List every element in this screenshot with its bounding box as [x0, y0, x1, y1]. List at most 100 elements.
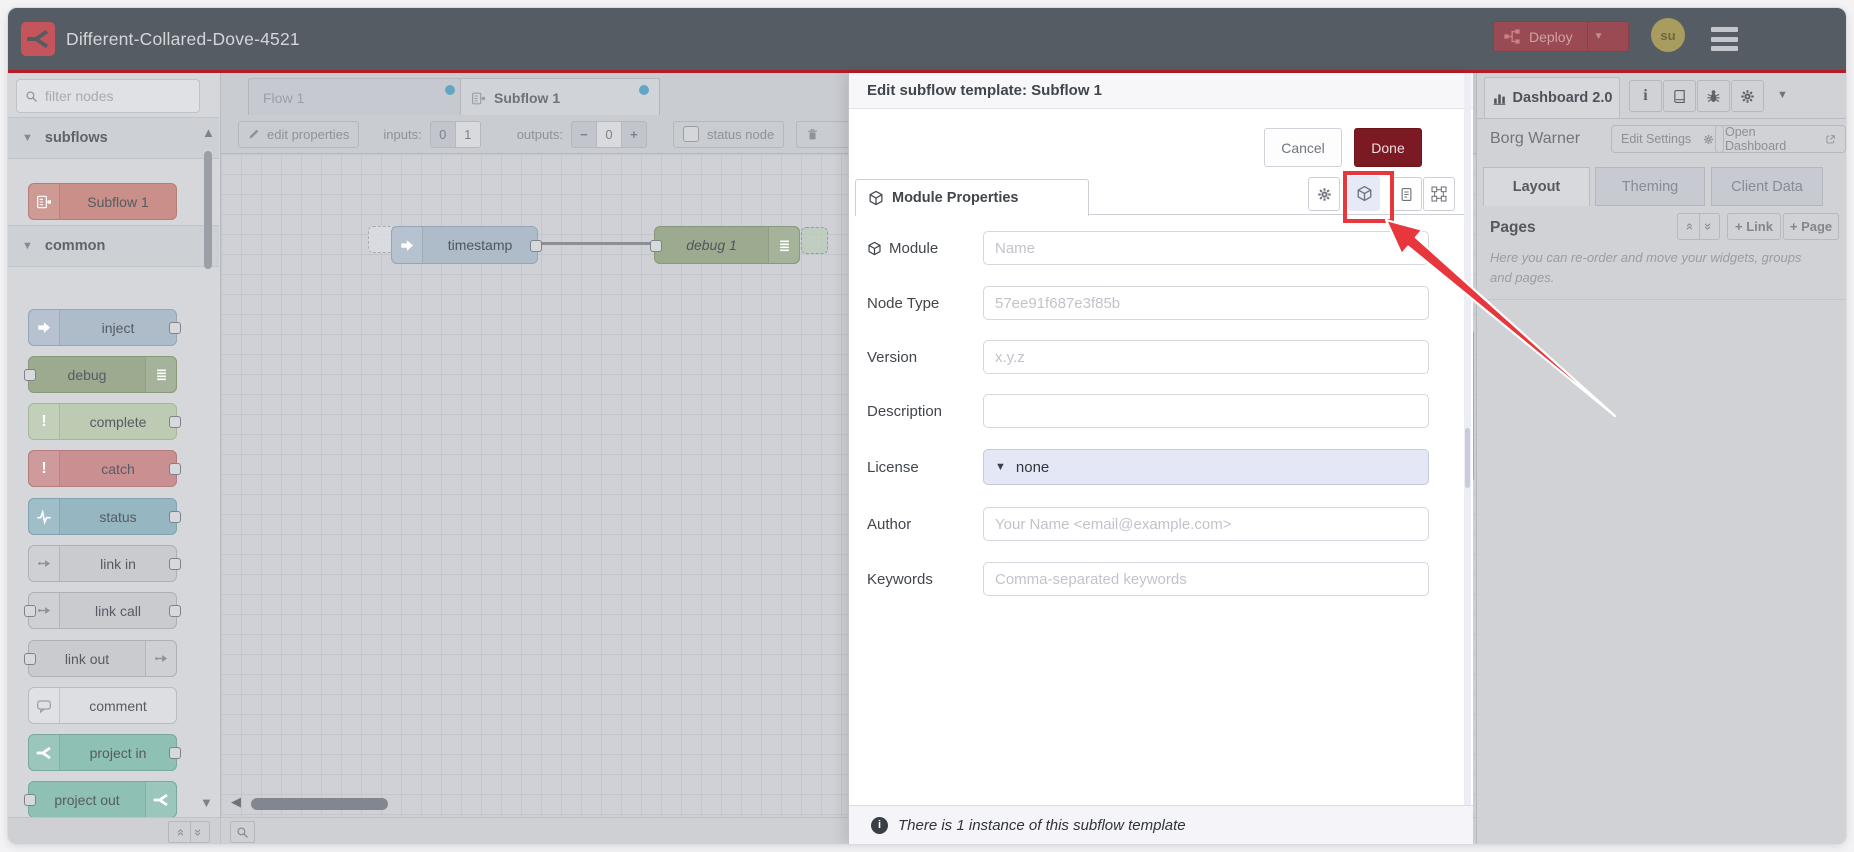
- search-icon: [25, 90, 38, 103]
- trash-icon: [806, 128, 819, 141]
- palette-section-subflows[interactable]: ▼ subflows: [8, 117, 219, 159]
- project-icon: [145, 782, 176, 817]
- author-input[interactable]: [983, 507, 1429, 541]
- palette-node-link-in[interactable]: link in: [28, 545, 181, 582]
- tab-layout[interactable]: Layout: [1483, 167, 1590, 206]
- node-type-input[interactable]: [983, 286, 1429, 320]
- move-up-button[interactable]: »: [1677, 213, 1700, 240]
- sidebar-menu-caret-icon[interactable]: ▼: [1777, 89, 1788, 101]
- palette-node-comment[interactable]: comment: [28, 687, 177, 724]
- outputs-increment-button[interactable]: +: [621, 120, 647, 148]
- wire: [536, 242, 656, 245]
- canvas-node-timestamp[interactable]: timestamp: [391, 226, 542, 264]
- edit-subflow-tray: Edit subflow template: Subflow 1 Cancel …: [848, 73, 1473, 844]
- module-label: Module: [889, 239, 939, 257]
- frame-icon: [1431, 186, 1447, 202]
- tray-title: Edit subflow template: Subflow 1: [849, 73, 1473, 109]
- keywords-input[interactable]: [983, 562, 1429, 596]
- user-avatar[interactable]: su: [1651, 18, 1685, 52]
- deploy-caret-icon[interactable]: ▼: [1588, 31, 1610, 42]
- inject-icon: [392, 227, 423, 263]
- form-row-module: Module: [867, 230, 1429, 266]
- debug-icon: [145, 357, 176, 392]
- outputs-count[interactable]: 0: [596, 120, 622, 148]
- palette-scroll-up-icon[interactable]: ▲: [202, 125, 215, 140]
- project-icon: [29, 735, 60, 770]
- instance-count-text: There is 1 instance of this subflow temp…: [898, 816, 1186, 834]
- edit-properties-button[interactable]: edit properties: [238, 120, 360, 148]
- palette-node-link-out[interactable]: link out: [24, 640, 177, 677]
- bug-icon: [1706, 89, 1721, 104]
- license-select[interactable]: ▼ none: [983, 449, 1429, 485]
- add-link-button[interactable]: + Link: [1727, 213, 1781, 240]
- form-row-node-type: Node Type: [867, 285, 1429, 321]
- tab-subflow-1[interactable]: Subflow 1: [460, 78, 660, 117]
- subflow-icon: [29, 184, 60, 219]
- gear-icon: [1317, 187, 1332, 202]
- status-node-checkbox[interactable]: [682, 126, 699, 142]
- outputs-decrement-button[interactable]: −: [570, 120, 597, 148]
- node-port: [24, 369, 36, 381]
- palette-collapse-down-button[interactable]: »: [188, 821, 210, 843]
- move-down-button[interactable]: »: [1698, 213, 1720, 240]
- palette-node-status[interactable]: status: [28, 498, 181, 535]
- edit-settings-button[interactable]: Edit Settings: [1611, 125, 1725, 153]
- palette-node-project-in[interactable]: project in: [28, 734, 181, 771]
- canvas-node-debug-1[interactable]: debug 1: [650, 226, 800, 264]
- palette-node-inject[interactable]: inject: [28, 309, 181, 346]
- palette-scroll-down-icon[interactable]: ▼: [200, 795, 213, 810]
- config-tab-button[interactable]: [1731, 80, 1764, 112]
- description-input[interactable]: [983, 394, 1429, 428]
- pencil-icon: [248, 128, 260, 140]
- done-button[interactable]: Done: [1354, 128, 1422, 167]
- form-row-description: Description: [867, 393, 1429, 429]
- palette-node-subflow-1[interactable]: Subflow 1: [28, 183, 177, 220]
- tab-client-data[interactable]: Client Data: [1711, 167, 1823, 206]
- appearance-tab-button[interactable]: [1423, 177, 1455, 211]
- inputs-option-0[interactable]: 0: [429, 120, 456, 148]
- add-page-button[interactable]: + Page: [1783, 213, 1839, 240]
- inputs-option-1[interactable]: 1: [455, 120, 481, 148]
- debug-tab-button[interactable]: [1697, 80, 1730, 112]
- highlight-box: [1343, 171, 1394, 223]
- tab-theming[interactable]: Theming: [1595, 167, 1705, 206]
- tab-module-properties[interactable]: Module Properties: [855, 179, 1089, 216]
- version-label: Version: [867, 348, 918, 366]
- palette-section-common[interactable]: ▼ common: [8, 225, 219, 267]
- open-dashboard-button[interactable]: Open Dashboard: [1715, 125, 1846, 153]
- deploy-label: Deploy: [1529, 28, 1573, 45]
- description-tab-button[interactable]: [1390, 177, 1422, 211]
- deploy-button[interactable]: Deploy ▼: [1493, 21, 1629, 52]
- cube-icon: [868, 190, 884, 206]
- palette-node-link-call[interactable]: link call: [24, 592, 181, 629]
- subflow-output-stub[interactable]: [801, 227, 828, 254]
- palette-scrollbar[interactable]: [204, 151, 212, 269]
- palette-node-complete[interactable]: ! complete: [28, 403, 181, 440]
- palette-node-project-out[interactable]: project out: [24, 781, 177, 818]
- exclamation-icon: !: [29, 404, 60, 439]
- node-port: [24, 794, 36, 806]
- module-input[interactable]: [983, 231, 1429, 265]
- scroll-left-icon[interactable]: ◀: [231, 794, 241, 810]
- version-input[interactable]: [983, 340, 1429, 374]
- palette-filter[interactable]: filter nodes: [16, 79, 200, 113]
- horizontal-scrollbar[interactable]: [251, 798, 388, 810]
- gear-icon: [1740, 89, 1755, 104]
- node-port: [650, 240, 662, 252]
- canvas-zoom-search-button[interactable]: [230, 821, 255, 843]
- main-menu-button[interactable]: [1711, 27, 1738, 51]
- status-node-toggle[interactable]: status node: [672, 120, 785, 148]
- info-tab-button[interactable]: i: [1629, 80, 1662, 112]
- edit-properties-tab-button[interactable]: [1308, 177, 1340, 211]
- tray-scrollbar[interactable]: [1464, 73, 1471, 806]
- tab-dashboard-2[interactable]: Dashboard 2.0: [1484, 77, 1620, 118]
- cancel-button[interactable]: Cancel: [1264, 128, 1342, 167]
- dashboard-board-name: Borg Warner: [1490, 130, 1581, 147]
- gear-icon: [1697, 134, 1714, 145]
- palette-node-catch[interactable]: ! catch: [28, 450, 181, 487]
- node-port: [169, 747, 181, 759]
- palette-node-debug[interactable]: debug: [24, 356, 177, 393]
- info-icon: i: [871, 816, 888, 834]
- tab-flow-1[interactable]: Flow 1: [248, 78, 466, 116]
- help-tab-button[interactable]: [1663, 80, 1696, 112]
